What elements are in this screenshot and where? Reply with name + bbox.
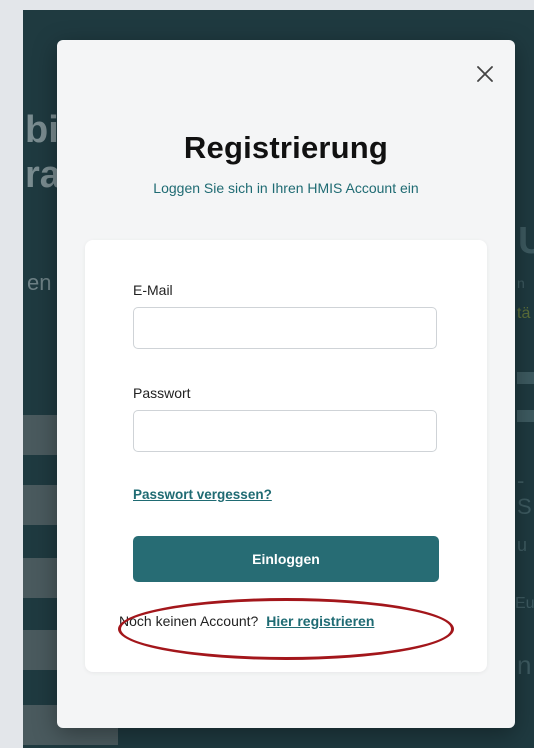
password-label: Passwort <box>133 385 191 401</box>
background-subtext-fragment: en <box>27 270 52 295</box>
register-row: Noch keinen Account? Hier registrieren <box>119 613 374 629</box>
close-button[interactable] <box>473 62 497 86</box>
background-right-fragment: n <box>517 275 525 291</box>
forgot-password-link[interactable]: Passwort vergessen? <box>133 487 272 502</box>
email-label: E-Mail <box>133 282 173 298</box>
background-right-fragment: -S <box>517 468 532 519</box>
register-prompt: Noch keinen Account? <box>119 613 259 629</box>
register-link[interactable]: Hier registrieren <box>266 613 374 629</box>
modal-title: Registrierung <box>183 130 389 165</box>
login-modal: Registrierung Loggen Sie sich in Ihren H… <box>57 40 515 728</box>
background-right-fragment: tä <box>517 305 531 322</box>
password-field[interactable] <box>133 410 437 452</box>
background-right-fragment: Eu <box>515 595 534 612</box>
background-bar <box>517 372 534 384</box>
background-heading-fragment-1: bi <box>25 109 59 151</box>
background-heading-fragment-2: ra <box>25 154 61 196</box>
background-right-fragment: n <box>517 650 532 680</box>
modal-subtitle: Loggen Sie sich in Ihren HMIS Account ei… <box>153 180 419 196</box>
email-field[interactable] <box>133 307 437 349</box>
background-right-fragment: U <box>518 220 534 262</box>
login-form-card: E-Mail Passwort Passwort vergessen? Einl… <box>85 240 487 672</box>
close-icon <box>477 66 493 82</box>
background-bar <box>517 410 534 422</box>
login-button[interactable]: Einloggen <box>133 536 439 582</box>
background-right-fragment: u <box>517 535 528 555</box>
